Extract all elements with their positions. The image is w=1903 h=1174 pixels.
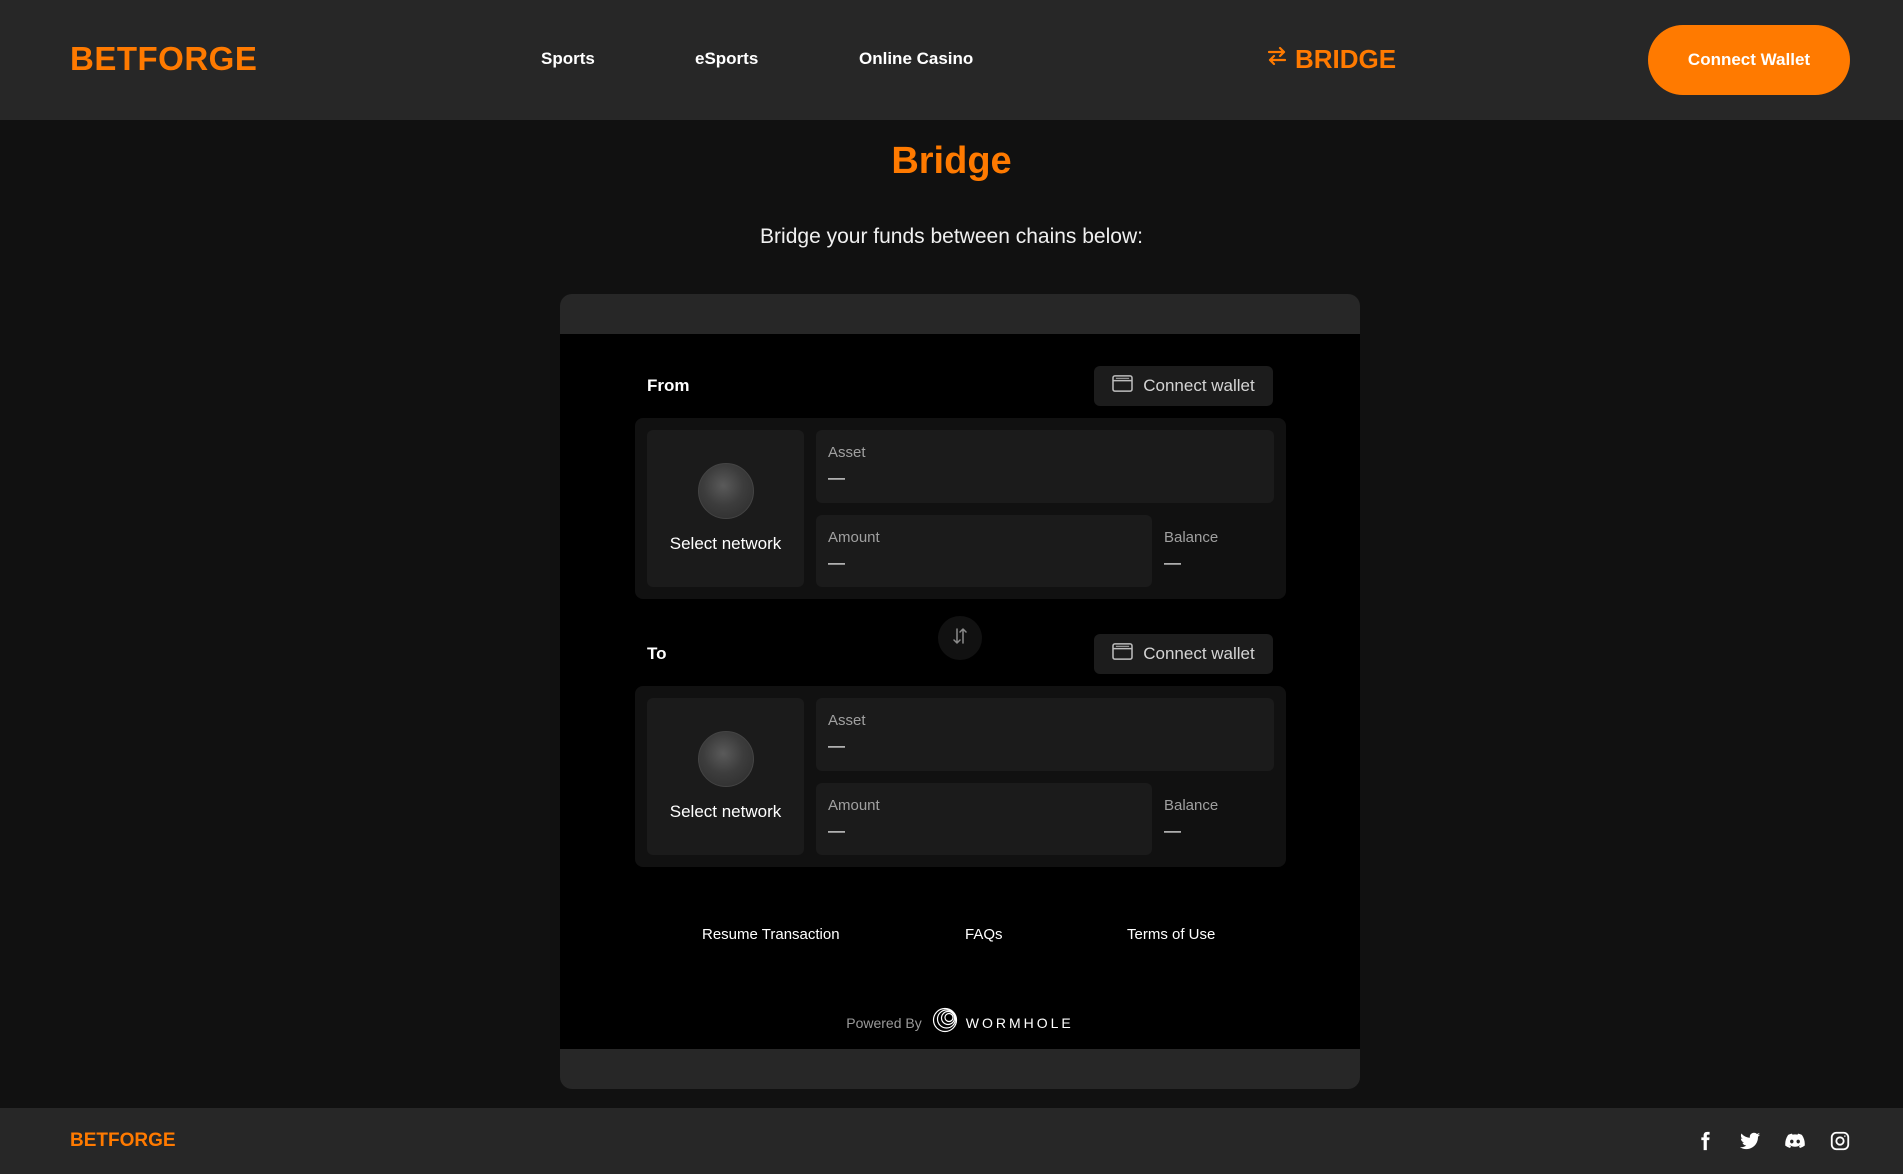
from-panel: Select network Asset — Amount — Balance … bbox=[635, 418, 1286, 599]
terms-of-use-link[interactable]: Terms of Use bbox=[1127, 926, 1215, 943]
to-asset-field[interactable]: Asset — bbox=[816, 698, 1274, 771]
network-placeholder-icon bbox=[698, 463, 754, 519]
footer-logo[interactable]: BETFORGE bbox=[70, 1130, 176, 1152]
from-asset-value: — bbox=[828, 468, 845, 487]
page-subtitle: Bridge your funds between chains below: bbox=[760, 225, 1143, 248]
twitter-icon[interactable] bbox=[1739, 1130, 1761, 1152]
connect-wallet-button[interactable]: Connect Wallet bbox=[1648, 25, 1850, 95]
site-logo[interactable]: BETFORGE bbox=[70, 40, 257, 78]
faqs-link[interactable]: FAQs bbox=[965, 926, 1003, 943]
top-navbar: BETFORGE Sports eSports Online Casino BR… bbox=[0, 0, 1903, 120]
to-amount-value: — bbox=[828, 821, 845, 840]
from-asset-field[interactable]: Asset — bbox=[816, 430, 1274, 503]
wormhole-icon bbox=[932, 1007, 958, 1038]
page-title: Bridge bbox=[891, 140, 1012, 182]
to-amount-label: Amount bbox=[828, 797, 880, 814]
from-amount-value: — bbox=[828, 553, 845, 572]
nav-sports[interactable]: Sports bbox=[541, 49, 595, 69]
wormhole-logo: WORMHOLE bbox=[932, 1007, 1074, 1038]
powered-by[interactable]: Powered By WORMHOLE bbox=[560, 1007, 1360, 1038]
facebook-icon[interactable] bbox=[1694, 1130, 1716, 1152]
to-asset-label: Asset bbox=[828, 712, 866, 729]
to-connect-wallet-label: Connect wallet bbox=[1143, 644, 1255, 663]
from-network-selector[interactable]: Select network bbox=[647, 430, 804, 587]
swap-arrows-icon bbox=[951, 627, 969, 650]
bridge-nav-label: BRIDGE bbox=[1295, 44, 1397, 74]
to-asset-value: — bbox=[828, 736, 845, 755]
bridge-widget: From Connect wallet Select network Asset… bbox=[560, 334, 1360, 1049]
wormhole-wordmark: WORMHOLE bbox=[965, 1014, 1074, 1031]
from-balance-label: Balance bbox=[1164, 529, 1219, 546]
widget-bottom-bar bbox=[560, 1049, 1360, 1089]
to-label: To bbox=[647, 644, 667, 663]
to-connect-wallet-button[interactable]: Connect wallet bbox=[1094, 634, 1273, 674]
widget-top-bar bbox=[560, 294, 1360, 334]
bridge-arrows-icon bbox=[1265, 44, 1289, 75]
from-connect-wallet-label: Connect wallet bbox=[1143, 376, 1255, 395]
from-balance-value: — bbox=[1164, 553, 1181, 572]
to-network-selector[interactable]: Select network bbox=[647, 698, 804, 855]
to-amount-field[interactable]: Amount — bbox=[816, 783, 1152, 855]
instagram-icon[interactable] bbox=[1829, 1130, 1851, 1152]
swap-direction-button[interactable] bbox=[938, 616, 982, 660]
wallet-icon bbox=[1112, 642, 1133, 666]
from-asset-label: Asset bbox=[828, 444, 866, 461]
nav-esports[interactable]: eSports bbox=[695, 49, 758, 69]
nav-bridge[interactable]: BRIDGE bbox=[1265, 44, 1396, 75]
from-amount-field[interactable]: Amount — bbox=[816, 515, 1152, 587]
wallet-icon bbox=[1112, 374, 1133, 398]
discord-icon[interactable] bbox=[1784, 1130, 1806, 1152]
to-balance-value: — bbox=[1164, 821, 1181, 840]
nav-online-casino[interactable]: Online Casino bbox=[859, 49, 973, 69]
from-label: From bbox=[647, 376, 690, 395]
network-placeholder-icon bbox=[698, 731, 754, 787]
from-connect-wallet-button[interactable]: Connect wallet bbox=[1094, 366, 1273, 406]
to-panel: Select network Asset — Amount — Balance … bbox=[635, 686, 1286, 867]
from-amount-label: Amount bbox=[828, 529, 880, 546]
resume-transaction-link[interactable]: Resume Transaction bbox=[702, 926, 840, 943]
powered-by-text: Powered By bbox=[846, 1014, 922, 1031]
from-network-label: Select network bbox=[669, 534, 782, 553]
page-footer: BETFORGE bbox=[0, 1108, 1903, 1174]
to-balance-label: Balance bbox=[1164, 797, 1219, 814]
to-network-label: Select network bbox=[669, 802, 782, 821]
